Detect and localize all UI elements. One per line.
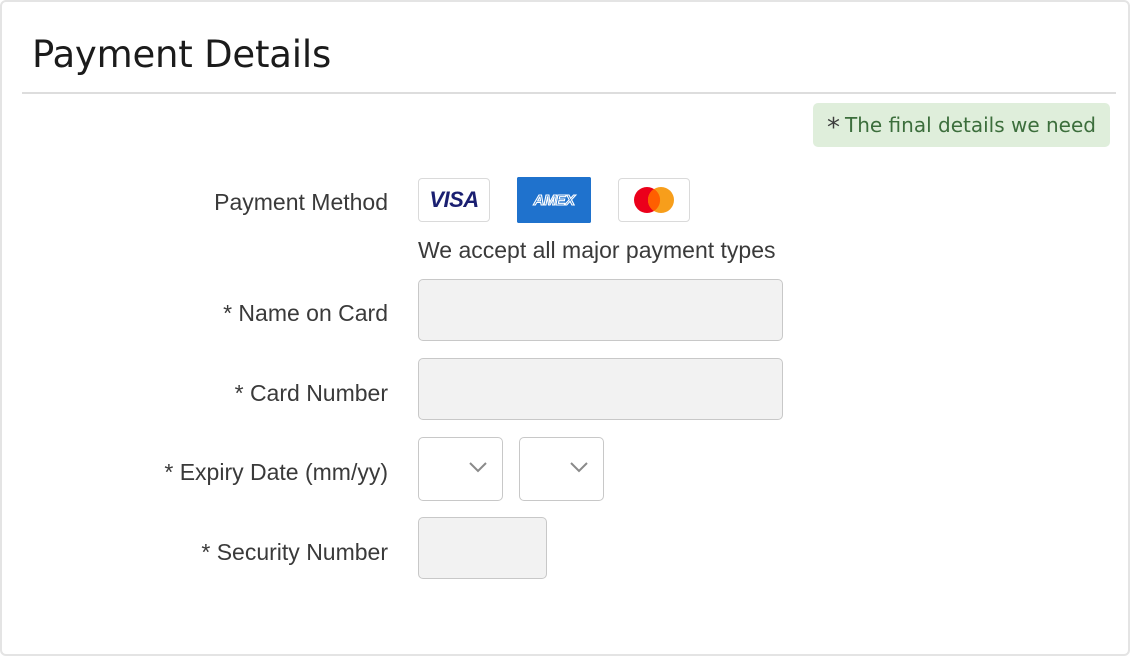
visa-logo-text: VISA [429,187,479,212]
accepted-cards-helper: We accept all major payment types [418,237,776,263]
amex-card-icon: AMEX [517,177,591,223]
security-number-input[interactable] [418,517,547,579]
title-divider [22,92,1116,94]
card-number-label: * Card Number [234,380,388,406]
payment-details-panel: Payment Details * The final details we n… [0,0,1130,656]
expiry-date-label: * Expiry Date (mm/yy) [164,459,388,485]
required-note-text: The final details we need [845,113,1096,137]
amex-logo-text: AMEX [533,192,577,209]
mastercard-card-icon [618,178,690,222]
amex-logo: AMEX [517,177,591,223]
name-on-card-input[interactable] [418,279,783,341]
asterisk-icon: * [827,113,840,143]
expiry-year-select[interactable] [519,437,604,501]
card-number-input[interactable] [418,358,783,420]
page-title: Payment Details [32,33,332,76]
name-on-card-label: * Name on Card [223,300,388,326]
security-number-label: * Security Number [201,539,388,565]
visa-card-icon: VISA [418,178,490,222]
expiry-month-select[interactable] [418,437,503,501]
payment-method-label: Payment Method [214,189,388,215]
chevron-down-icon [469,462,487,473]
chevron-down-icon [570,462,588,473]
mastercard-logo [634,187,674,213]
required-fields-note: * The final details we need [813,103,1110,147]
